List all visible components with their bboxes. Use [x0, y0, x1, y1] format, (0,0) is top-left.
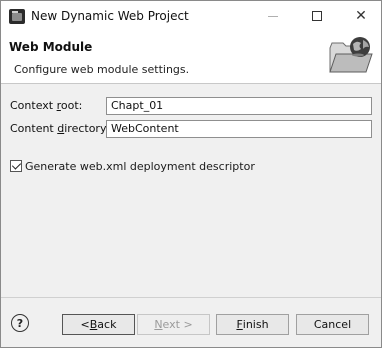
page-title: Web Module — [9, 40, 93, 54]
close-button[interactable]: ✕ — [347, 6, 375, 26]
wizard-header: Web Module Configure web module settings… — [1, 31, 381, 84]
close-icon: ✕ — [355, 8, 367, 24]
generate-descriptor-checkbox[interactable] — [10, 160, 22, 172]
window-title: New Dynamic Web Project — [31, 9, 189, 23]
web-project-folder-icon — [329, 37, 373, 73]
minimize-icon — [268, 15, 278, 17]
content-directory-input[interactable]: WebContent — [106, 120, 372, 138]
dialog-window: New Dynamic Web Project ✕ Web Module Con… — [0, 0, 382, 348]
finish-button[interactable]: Finish — [216, 314, 289, 335]
generate-descriptor-label: Generate web.xml deployment descriptor — [25, 159, 255, 173]
help-icon: ? — [16, 316, 24, 330]
next-button[interactable]: Next > — [137, 314, 210, 335]
back-button[interactable]: < Back — [62, 314, 135, 335]
footer-divider — [1, 297, 381, 298]
generate-descriptor-option[interactable]: Generate web.xml deployment descriptor — [10, 158, 255, 174]
maximize-icon — [312, 11, 322, 21]
help-button[interactable]: ? — [11, 314, 29, 332]
context-root-label: Context root: — [10, 99, 83, 112]
maximize-button[interactable] — [303, 6, 331, 26]
title-bar[interactable]: New Dynamic Web Project ✕ — [1, 1, 381, 31]
eclipse-app-icon — [9, 9, 25, 24]
cancel-button[interactable]: Cancel — [296, 314, 369, 335]
page-description: Configure web module settings. — [14, 63, 190, 76]
content-directory-label: Content directory: — [10, 122, 110, 135]
minimize-button[interactable] — [259, 6, 287, 26]
context-root-input[interactable]: Chapt_01 — [106, 97, 372, 115]
